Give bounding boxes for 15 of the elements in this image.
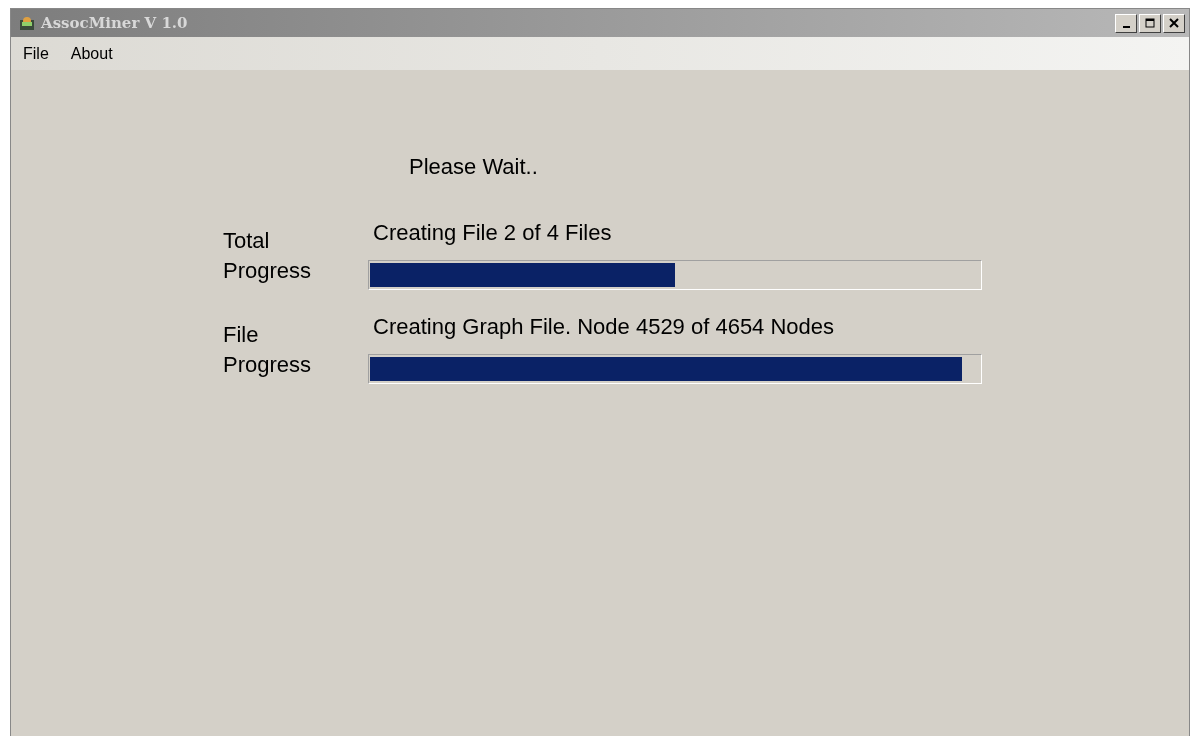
menu-item[interactable]: About xyxy=(70,44,113,63)
close-button[interactable] xyxy=(1163,13,1185,33)
progress-label: File Progress xyxy=(223,321,313,379)
menu-item[interactable]: File xyxy=(23,44,49,63)
wait-message: Please Wait.. xyxy=(409,154,539,180)
progress-label: Total Progress xyxy=(223,227,313,285)
progress-status: Creating File 2 of 4 Files xyxy=(373,220,613,246)
minimize-button[interactable] xyxy=(1115,13,1137,33)
close-icon xyxy=(1169,18,1179,28)
window-title: AssocMiner V 1.0 xyxy=(41,14,189,32)
maximize-icon xyxy=(1145,18,1155,28)
progress-status: Creating Graph File. Node 4529 of 4654 Nodes xyxy=(373,314,836,340)
app-icon xyxy=(19,15,35,31)
maximize-button[interactable] xyxy=(1139,13,1161,33)
minimize-icon xyxy=(1122,26,1130,28)
